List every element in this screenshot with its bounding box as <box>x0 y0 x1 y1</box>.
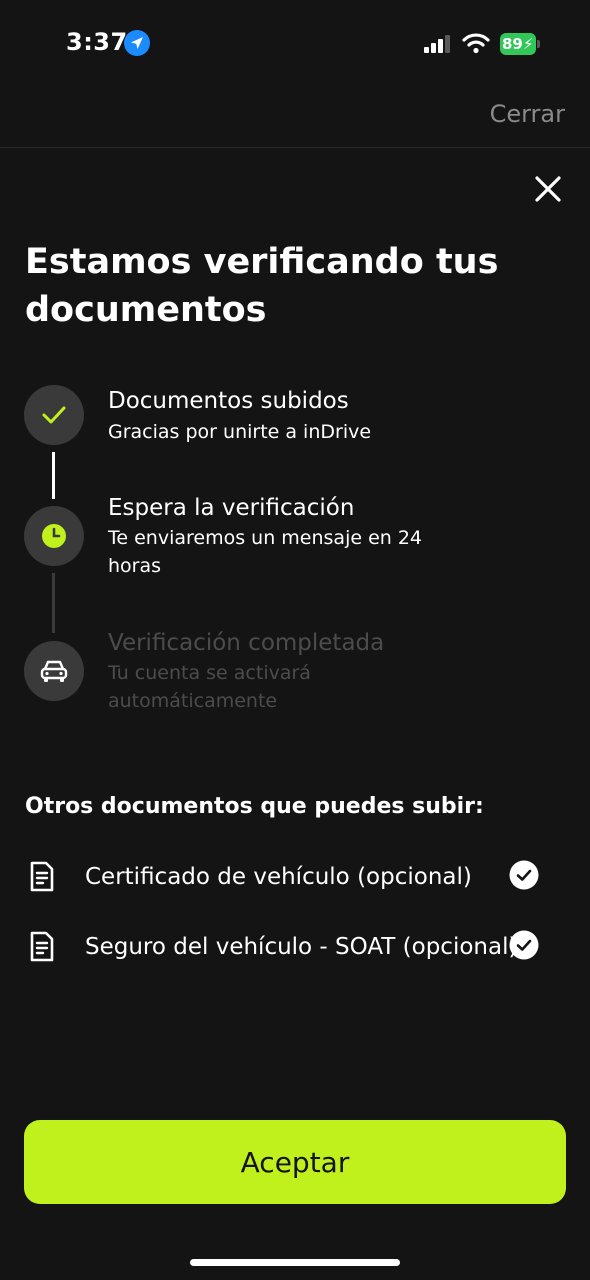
step-connector <box>52 452 55 499</box>
check-circle-icon <box>509 860 539 890</box>
page-title: Estamos verificando tus documentos <box>25 242 499 330</box>
battery-icon: 89⚡ <box>500 33 540 55</box>
header-divider <box>0 147 590 148</box>
close-link[interactable]: Cerrar <box>490 100 565 128</box>
step-title: Documentos subidos <box>108 388 349 414</box>
step-current-indicator <box>24 506 84 566</box>
location-arrow-icon <box>124 30 150 56</box>
document-item-certificate[interactable]: Certificado de vehículo (opcional) <box>0 860 590 910</box>
step-subtitle: Te enviaremos un mensaje en 24 horas <box>108 527 423 577</box>
close-icon[interactable] <box>531 172 565 206</box>
battery-level: 89⚡ <box>500 33 536 55</box>
checkmark-icon <box>42 406 66 424</box>
document-label: Seguro del vehículo - SOAT (opcional) <box>85 934 518 960</box>
document-label: Certificado de vehículo (opcional) <box>85 864 472 890</box>
accept-button[interactable]: Aceptar <box>24 1120 566 1204</box>
step-done-indicator <box>24 385 84 445</box>
document-icon <box>28 930 56 964</box>
check-circle-icon <box>509 930 539 960</box>
cellular-signal-icon <box>424 34 454 54</box>
status-time: 3:37 <box>66 28 128 56</box>
clock-icon <box>42 524 66 548</box>
home-indicator[interactable] <box>190 1259 400 1266</box>
step-subtitle: Tu cuenta se activará automáticamente <box>108 662 311 712</box>
step-title: Espera la verificación <box>108 495 355 521</box>
step-subtitle: Gracias por unirte a inDrive <box>108 421 372 443</box>
step-title: Verificación completada <box>108 630 385 656</box>
status-bar: 3:37 89⚡ <box>0 0 590 80</box>
wifi-icon <box>462 32 490 54</box>
step-pending-indicator <box>24 641 84 701</box>
document-icon <box>28 860 56 894</box>
car-icon <box>40 660 68 682</box>
other-documents-title: Otros documentos que puedes subir: <box>25 794 484 819</box>
step-connector <box>52 573 55 633</box>
document-item-soat[interactable]: Seguro del vehículo - SOAT (opcional) <box>0 930 590 980</box>
